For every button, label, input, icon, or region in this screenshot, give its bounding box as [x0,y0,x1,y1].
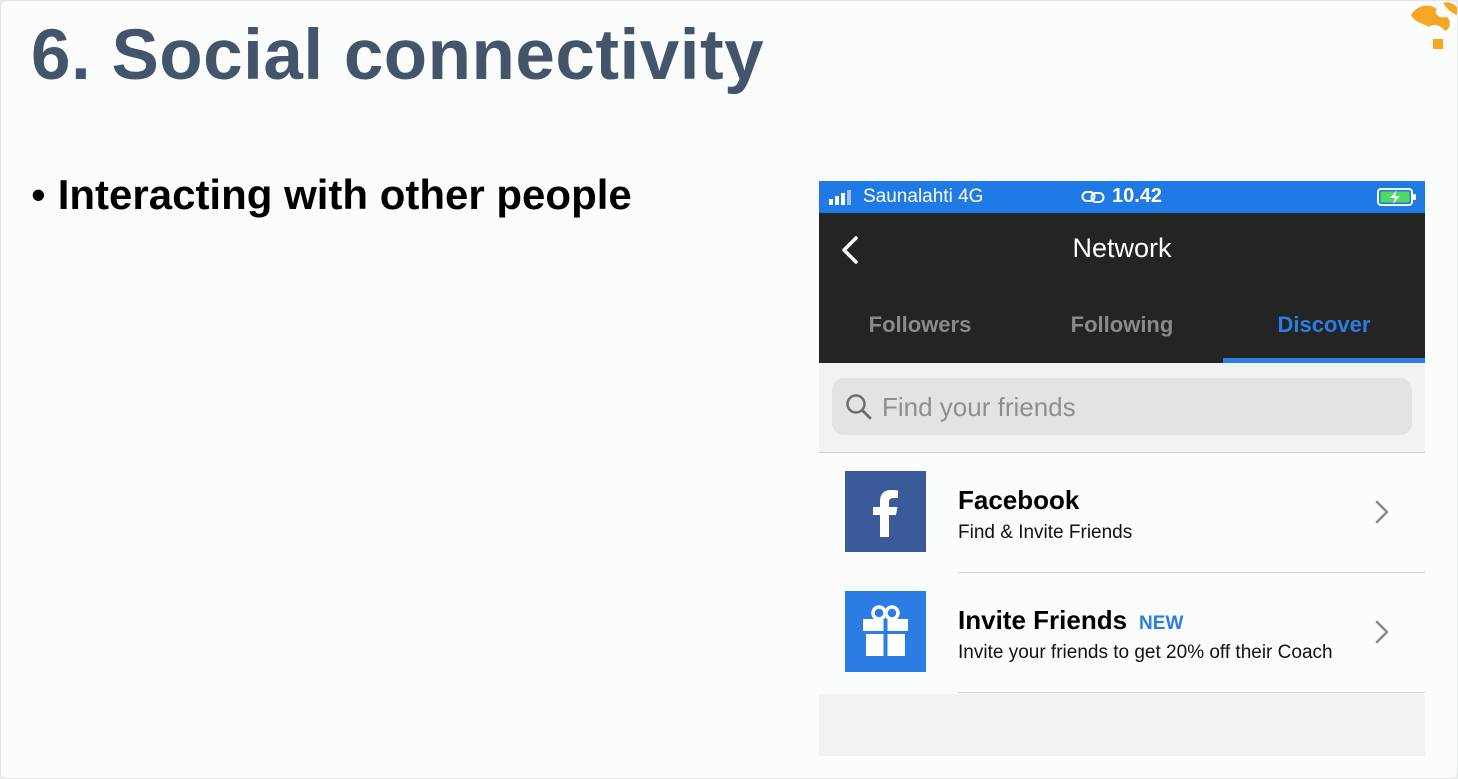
battery-charging-icon [1377,188,1416,206]
tab-label: Followers [868,312,972,337]
slide: 6. Social connectivity • Interacting with… [0,0,1458,779]
status-time: 10.42 [1112,185,1163,207]
screen-title: Network [1072,233,1172,263]
new-badge: NEW [1139,613,1184,634]
tab-discover[interactable]: Discover [1223,308,1425,363]
list-item-subtitle: Find & Invite Friends [958,522,1133,543]
bullet-point: • Interacting with other people [31,171,632,219]
discover-list: Facebook Find & Invite Friends Invite Fr… [819,453,1425,694]
signal-strength-icon [829,190,851,205]
status-bar: Saunalahti 4G 10.42 [819,181,1425,213]
tab-bar: Followers Following Discover [819,308,1425,363]
carrier-label: Saunalahti 4G [863,186,984,207]
bullet-dot: • [31,171,46,218]
list-item-title: Facebook [958,485,1080,515]
slide-title: 6. Social connectivity [31,16,765,95]
search-box[interactable] [832,378,1412,435]
search-area [819,363,1425,453]
bullet-text: Interacting with other people [57,171,632,218]
gift-icon [845,591,926,672]
university-logo-icon [1411,2,1457,49]
list-item-invite-friends[interactable]: Invite Friends NEW Invite your friends to… [819,573,1425,693]
chevron-right-icon [1375,500,1389,524]
search-input[interactable] [880,386,1384,428]
navigation-bar: Network Followers Following Discover [819,213,1425,363]
tab-following[interactable]: Following [1021,308,1223,363]
list-item-title-text: Invite Friends [958,605,1128,635]
list-item-subtitle: Invite your friends to get 20% off their… [958,642,1333,663]
chevron-right-icon [1375,620,1389,644]
tab-label: Discover [1277,312,1371,337]
phone-screenshot: Saunalahti 4G 10.42 Network Followers Fo… [819,181,1425,756]
list-item-facebook[interactable]: Facebook Find & Invite Friends [819,453,1425,573]
search-icon [846,394,872,420]
hotspot-link-icon [1081,191,1105,203]
row-divider [958,692,1425,693]
facebook-icon [845,471,926,552]
tab-label: Following [1070,312,1174,337]
list-item-title: Invite Friends NEW [958,605,1183,636]
tab-followers[interactable]: Followers [819,308,1021,363]
